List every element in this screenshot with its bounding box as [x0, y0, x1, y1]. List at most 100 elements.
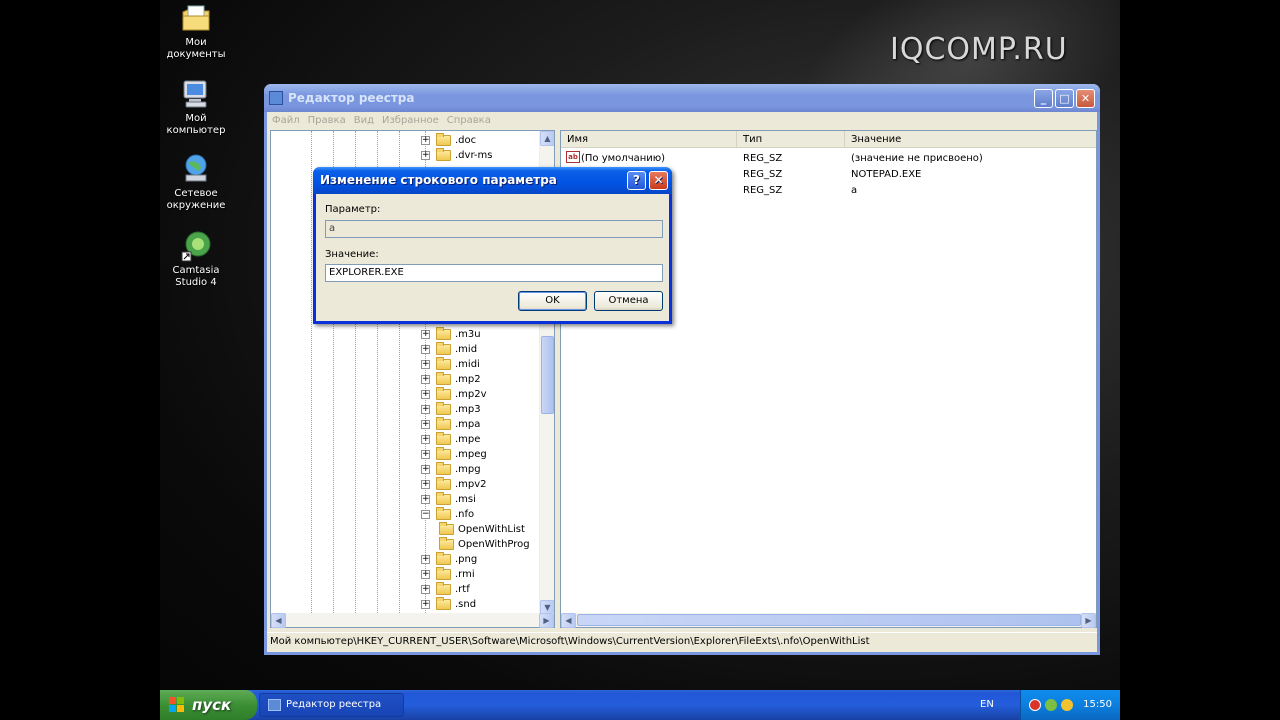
menu-bar: Файл Правка Вид Избранное Справка — [267, 112, 1097, 130]
expand-icon[interactable]: + — [421, 345, 430, 354]
tray-app-icon[interactable] — [1045, 699, 1057, 711]
expand-icon[interactable]: + — [421, 585, 430, 594]
scroll-thumb[interactable] — [577, 614, 1081, 626]
folder-icon — [436, 447, 451, 460]
folder-icon — [436, 417, 451, 430]
folder-open-icon — [439, 522, 454, 535]
list-horizontal-scrollbar[interactable]: ◀ ▶ — [560, 613, 1097, 628]
watermark: IQCOMP.RU — [890, 32, 1068, 67]
tree-item-label: .dvr-ms — [455, 150, 493, 161]
expand-icon[interactable]: + — [421, 450, 430, 459]
expand-icon[interactable]: + — [421, 360, 430, 369]
language-indicator[interactable]: EN — [980, 690, 994, 720]
value-data: (значение не присвоено) — [851, 153, 983, 164]
folder-icon — [436, 133, 451, 146]
expand-icon[interactable]: + — [421, 405, 430, 414]
taskbar-item-regedit[interactable]: Редактор реестра — [259, 693, 404, 717]
network-places-icon — [180, 153, 212, 185]
desktop-icon-label-line1: Мой — [185, 113, 207, 124]
folder-icon — [436, 477, 451, 490]
expand-icon[interactable]: + — [421, 390, 430, 399]
desktop-icon-my-computer[interactable]: Мой компьютер — [160, 78, 232, 137]
start-button[interactable]: пуск — [160, 690, 257, 720]
menu-help[interactable]: Справка — [442, 112, 494, 126]
folder-icon — [436, 492, 451, 505]
collapse-icon[interactable]: − — [421, 510, 430, 519]
minimize-button[interactable]: _ — [1034, 89, 1053, 108]
desktop-icon-label-line1: Camtasia — [172, 265, 220, 276]
desktop-icon-my-documents[interactable]: Мои документы — [160, 2, 232, 61]
expand-icon[interactable]: + — [421, 151, 430, 160]
scroll-up-icon[interactable]: ▲ — [540, 131, 554, 146]
ok-button[interactable]: OK — [518, 291, 587, 311]
maximize-button[interactable]: □ — [1055, 89, 1074, 108]
close-button[interactable]: ✕ — [1076, 89, 1095, 108]
desktop-icon-network[interactable]: Сетевое окружение — [160, 153, 232, 212]
tree-item-label: .midi — [455, 359, 480, 370]
taskbar-item-label: Редактор реестра — [286, 699, 382, 710]
folder-icon — [436, 372, 451, 385]
menu-favorites[interactable]: Избранное — [377, 112, 442, 126]
desktop-icon-label-line2: Studio 4 — [175, 277, 217, 288]
expand-icon[interactable]: + — [421, 480, 430, 489]
expand-icon[interactable]: + — [421, 600, 430, 609]
column-type[interactable]: Тип — [737, 131, 845, 148]
expand-icon[interactable]: + — [421, 420, 430, 429]
expand-icon[interactable]: + — [421, 495, 430, 504]
menu-file[interactable]: Файл — [267, 112, 303, 126]
expand-icon[interactable]: + — [421, 555, 430, 564]
cancel-button[interactable]: Отмена — [594, 291, 663, 311]
expand-icon[interactable]: + — [421, 435, 430, 444]
scroll-right-icon[interactable]: ▶ — [1081, 613, 1096, 628]
folder-icon — [436, 327, 451, 340]
expand-icon[interactable]: + — [421, 570, 430, 579]
folder-icon — [436, 148, 451, 161]
expand-icon[interactable]: + — [421, 375, 430, 384]
tree-item-label: OpenWithList — [458, 524, 525, 535]
column-data[interactable]: Значение — [845, 131, 1096, 148]
folder-icon — [436, 462, 451, 475]
folder-icon — [436, 342, 451, 355]
windows-logo-icon — [169, 697, 186, 713]
value-row-default[interactable]: ab (По умолчанию) REG_SZ (значение не пр… — [561, 151, 1096, 167]
folder-icon — [436, 552, 451, 565]
menu-edit[interactable]: Правка — [303, 112, 349, 126]
expand-icon[interactable]: + — [421, 330, 430, 339]
scroll-right-icon[interactable]: ▶ — [539, 613, 554, 628]
folder-icon — [436, 567, 451, 580]
menu-view[interactable]: Вид — [349, 112, 377, 126]
scroll-left-icon[interactable]: ◀ — [271, 613, 286, 628]
camtasia-icon — [180, 230, 212, 262]
camtasia-recorder-icon[interactable] — [1029, 699, 1041, 711]
desktop: IQCOMP.RU Мои документы Мой компьютер Се… — [160, 0, 1120, 720]
column-name[interactable]: Имя — [561, 131, 737, 148]
scroll-left-icon[interactable]: ◀ — [561, 613, 576, 628]
tree-guide — [311, 131, 312, 615]
value-data: NOTEPAD.EXE — [851, 169, 922, 180]
value-type: REG_SZ — [743, 169, 783, 180]
help-icon[interactable]: ? — [627, 171, 646, 190]
tree-item-label: OpenWithProg — [458, 539, 530, 550]
value-data-field[interactable]: EXPLORER.EXE — [325, 264, 663, 282]
list-header: Имя Тип Значение — [561, 131, 1096, 148]
value-data: a — [851, 185, 858, 196]
dialog-close-icon[interactable]: ✕ — [649, 171, 668, 190]
tree-item-label: .doc — [455, 135, 477, 146]
regedit-icon — [268, 699, 281, 711]
tree-horizontal-scrollbar[interactable]: ◀ ▶ — [270, 613, 555, 628]
start-label: пуск — [192, 696, 232, 714]
scroll-thumb[interactable] — [541, 336, 554, 414]
tree-item-label: .png — [455, 554, 478, 565]
window-titlebar[interactable]: Редактор реестра _ □ ✕ — [264, 84, 1100, 112]
network-tray-icon[interactable] — [1061, 699, 1073, 711]
taskbar: пуск Редактор реестра EN 15:50 — [160, 690, 1120, 720]
folder-icon — [436, 582, 451, 595]
clock: 15:50 — [1083, 699, 1112, 710]
system-tray: 15:50 — [1020, 690, 1120, 720]
folder-icon — [436, 507, 451, 520]
desktop-icon-camtasia[interactable]: Camtasia Studio 4 — [160, 230, 232, 289]
folder-icon — [436, 597, 451, 610]
expand-icon[interactable]: + — [421, 136, 430, 145]
expand-icon[interactable]: + — [421, 465, 430, 474]
dialog-titlebar[interactable]: Изменение строкового параметра ? ✕ — [313, 167, 672, 194]
